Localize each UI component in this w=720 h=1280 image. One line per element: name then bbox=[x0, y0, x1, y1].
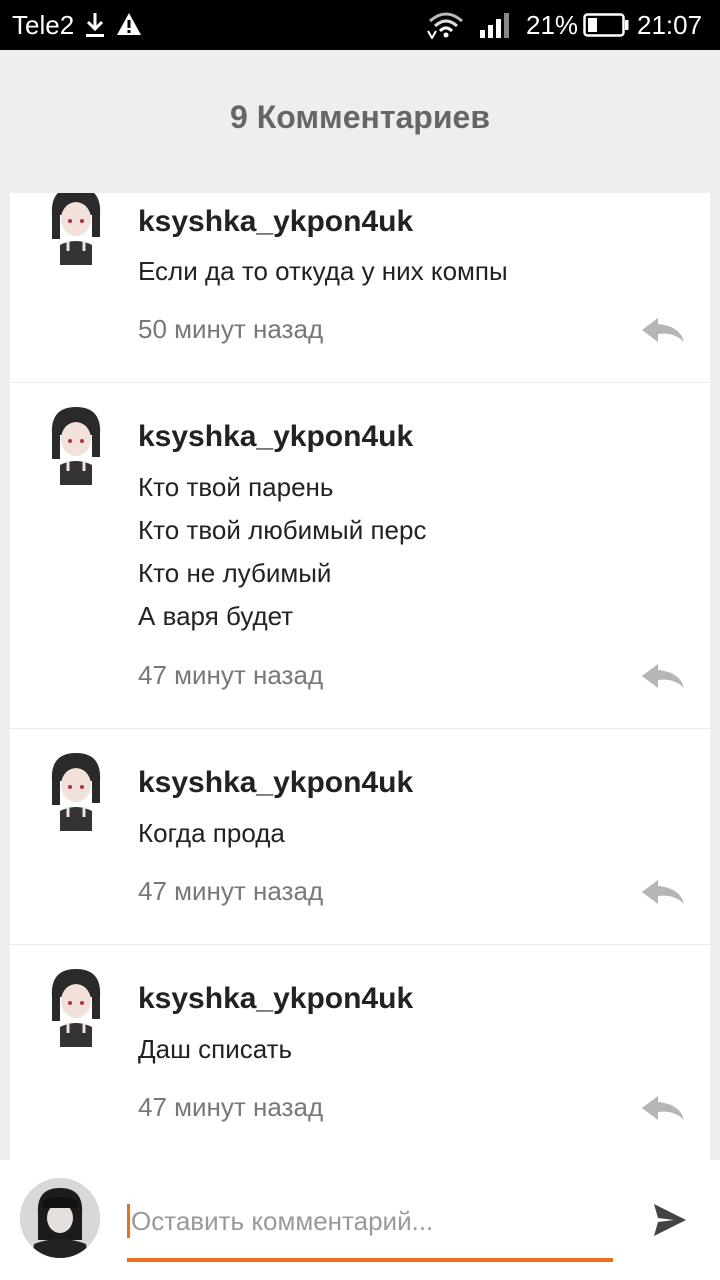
comment-item: ksyshka_ykpon4uk Если да то откуда у них… bbox=[10, 193, 710, 383]
current-user-avatar[interactable] bbox=[20, 1178, 100, 1258]
wifi-icon bbox=[427, 12, 463, 39]
comment-time: 50 минут назад bbox=[138, 314, 324, 344]
comment-line: Кто не лубимый bbox=[138, 558, 332, 588]
comment-line: А варя будет bbox=[138, 601, 294, 631]
comment-item: ksyshka_ykpon4uk Кто твой парень Кто тво… bbox=[10, 383, 710, 729]
comment-line: Кто твой парень bbox=[138, 472, 334, 502]
user-avatar[interactable] bbox=[46, 405, 106, 485]
comment-time: 47 минут назад bbox=[138, 876, 324, 906]
user-avatar[interactable] bbox=[46, 751, 106, 831]
clock: 21:07 bbox=[637, 10, 703, 40]
comment-input[interactable] bbox=[131, 1196, 611, 1246]
comment-input-wrapper[interactable] bbox=[127, 1196, 613, 1264]
battery-icon bbox=[583, 13, 629, 37]
warning-icon bbox=[117, 13, 141, 35]
reply-arrow-icon[interactable] bbox=[638, 876, 686, 908]
reply-arrow-icon[interactable] bbox=[638, 1092, 686, 1124]
comment-time: 47 минут назад bbox=[138, 1092, 324, 1122]
comment-item: ksyshka_ykpon4uk Даш списать 47 минут на… bbox=[10, 945, 710, 1160]
comment-item: ksyshka_ykpon4uk Когда прода 47 минут на… bbox=[10, 729, 710, 945]
status-bar: Tele2 21% 21:07 bbox=[0, 0, 720, 50]
comment-text: Когда прода bbox=[138, 812, 285, 855]
user-avatar[interactable] bbox=[46, 193, 106, 265]
comments-list[interactable]: ksyshka_ykpon4uk Если да то откуда у них… bbox=[10, 193, 710, 1160]
download-icon bbox=[86, 13, 104, 37]
comment-author[interactable]: ksyshka_ykpon4uk bbox=[138, 981, 413, 1017]
input-underline bbox=[127, 1258, 613, 1262]
comment-line: Даш списать bbox=[138, 1034, 293, 1064]
comment-line: Кто твой любимый перс bbox=[138, 515, 427, 545]
reply-arrow-icon[interactable] bbox=[638, 314, 686, 346]
signal-icon bbox=[480, 13, 509, 38]
reply-arrow-icon[interactable] bbox=[638, 660, 686, 692]
comment-author[interactable]: ksyshka_ykpon4uk bbox=[138, 765, 413, 801]
page-title: 9 Комментариев bbox=[230, 99, 490, 135]
comment-composer bbox=[0, 1160, 720, 1280]
send-icon[interactable] bbox=[652, 1202, 688, 1238]
comment-text: Даш списать bbox=[138, 1028, 292, 1071]
carrier-label: Tele2 bbox=[12, 10, 75, 40]
battery-percent: 21% bbox=[526, 10, 579, 40]
comment-author[interactable]: ksyshka_ykpon4uk bbox=[138, 419, 413, 455]
comment-text: Кто твой парень Кто твой любимый перс Кт… bbox=[138, 466, 426, 638]
comment-text: Если да то откуда у них компы bbox=[138, 250, 508, 293]
comment-line: Если да то откуда у них компы bbox=[138, 256, 508, 286]
comment-time: 47 минут назад bbox=[138, 660, 324, 690]
comment-line: Когда прода bbox=[138, 818, 285, 848]
text-cursor bbox=[127, 1204, 130, 1238]
comment-author[interactable]: ksyshka_ykpon4uk bbox=[138, 204, 413, 240]
user-avatar[interactable] bbox=[46, 967, 106, 1047]
